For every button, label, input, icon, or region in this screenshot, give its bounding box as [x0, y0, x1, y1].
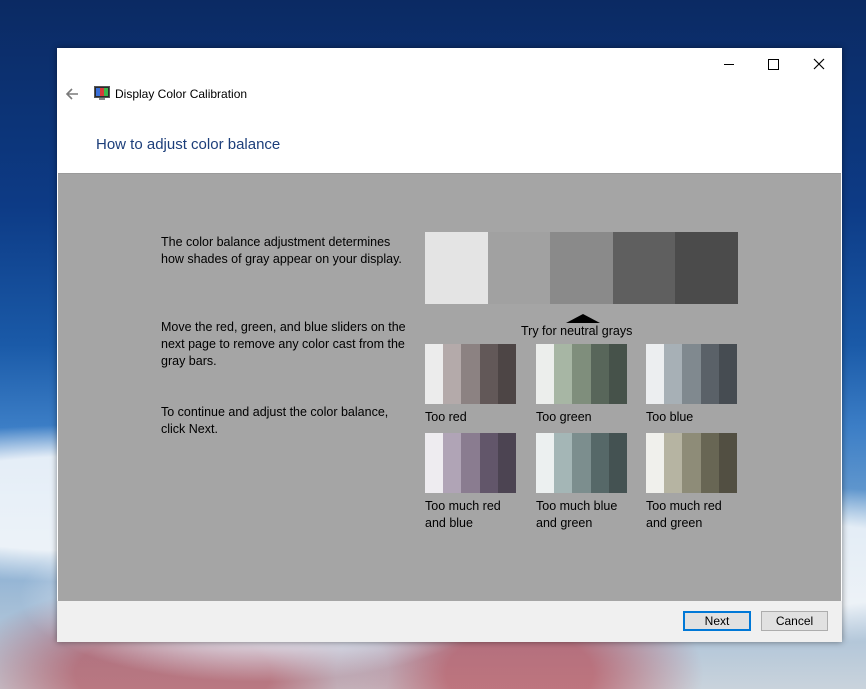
sample-too-red: Too red	[425, 344, 517, 426]
cancel-button[interactable]: Cancel	[761, 611, 828, 631]
swatch-bar	[425, 344, 444, 404]
swatch-bar	[554, 433, 573, 493]
continue-instructions-text: To continue and adjust the color balance…	[161, 405, 389, 436]
swatch-bar	[479, 433, 498, 493]
gray-bar	[487, 232, 551, 304]
sample-too-much-red-and-green: Too much red and green	[646, 433, 738, 532]
content-panel: The color balance adjustment determines …	[58, 173, 841, 601]
swatch-bar	[497, 433, 517, 493]
gray-bar	[425, 232, 488, 304]
swatch-bar	[443, 344, 462, 404]
sample-swatch	[425, 344, 517, 404]
swatch-bar	[425, 433, 444, 493]
close-icon	[813, 58, 825, 70]
sample-label: Too much red and green	[646, 499, 722, 530]
swatch-bar	[572, 344, 591, 404]
swatch-bar	[682, 433, 701, 493]
intro-text: The color balance adjustment determines …	[161, 235, 402, 266]
slider-instructions-text: Move the red, green, and blue sliders on…	[161, 320, 406, 368]
sample-swatch	[536, 344, 628, 404]
footer-bar: Next Cancel	[57, 601, 842, 642]
window-title: Display Color Calibration	[115, 87, 248, 101]
gray-bar	[675, 232, 738, 304]
swatch-bar	[554, 344, 573, 404]
sample-label: Too red	[425, 410, 467, 424]
swatch-bar	[536, 433, 555, 493]
swatch-bar	[608, 344, 628, 404]
swatch-bar	[497, 344, 517, 404]
sample-too-green: Too green	[536, 344, 628, 426]
neutral-gray-bars	[425, 232, 738, 304]
minimize-button[interactable]	[706, 48, 752, 80]
gray-bar	[612, 232, 676, 304]
sample-swatch	[646, 433, 738, 493]
swatch-bar	[590, 344, 609, 404]
sample-swatch	[646, 344, 738, 404]
swatch-bar	[664, 344, 683, 404]
swatch-bar	[461, 433, 480, 493]
back-arrow-icon	[65, 88, 78, 100]
sample-too-much-blue-and-green: Too much blue and green	[536, 433, 628, 532]
maximize-icon	[767, 58, 779, 70]
swatch-bar	[700, 433, 719, 493]
swatch-bar	[479, 344, 498, 404]
sample-label: Too green	[536, 410, 592, 424]
swatch-bar	[590, 433, 609, 493]
swatch-bar	[682, 344, 701, 404]
title-bar	[57, 48, 842, 80]
swatch-bar	[536, 344, 555, 404]
sample-swatch	[425, 433, 517, 493]
gray-bar	[550, 232, 613, 304]
sample-too-blue: Too blue	[646, 344, 738, 426]
swatch-bar	[461, 344, 480, 404]
sample-too-much-red-and-blue: Too much red and blue	[425, 433, 517, 532]
back-button[interactable]	[63, 84, 83, 104]
neutral-grays-label: Try for neutral grays	[521, 324, 633, 338]
swatch-bar	[718, 344, 738, 404]
swatch-bar	[664, 433, 683, 493]
next-button[interactable]: Next	[683, 611, 751, 631]
sample-swatch	[536, 433, 628, 493]
maximize-button[interactable]	[750, 48, 796, 80]
swatch-bar	[718, 433, 738, 493]
calibration-window: Display Color Calibration How to adjust …	[57, 48, 842, 642]
pointer-arrow-icon	[566, 314, 600, 323]
sample-label: Too blue	[646, 410, 694, 424]
swatch-bar	[700, 344, 719, 404]
sample-label: Too much red and blue	[425, 499, 501, 530]
swatch-bar	[608, 433, 628, 493]
swatch-bar	[646, 344, 665, 404]
minimize-icon	[724, 63, 734, 65]
swatch-bar	[572, 433, 591, 493]
swatch-bar	[646, 433, 665, 493]
close-button[interactable]	[796, 48, 842, 80]
swatch-bar	[443, 433, 462, 493]
sample-label: Too much blue and green	[536, 499, 618, 530]
page-heading: How to adjust color balance	[96, 136, 281, 153]
display-calibration-icon	[94, 86, 110, 100]
